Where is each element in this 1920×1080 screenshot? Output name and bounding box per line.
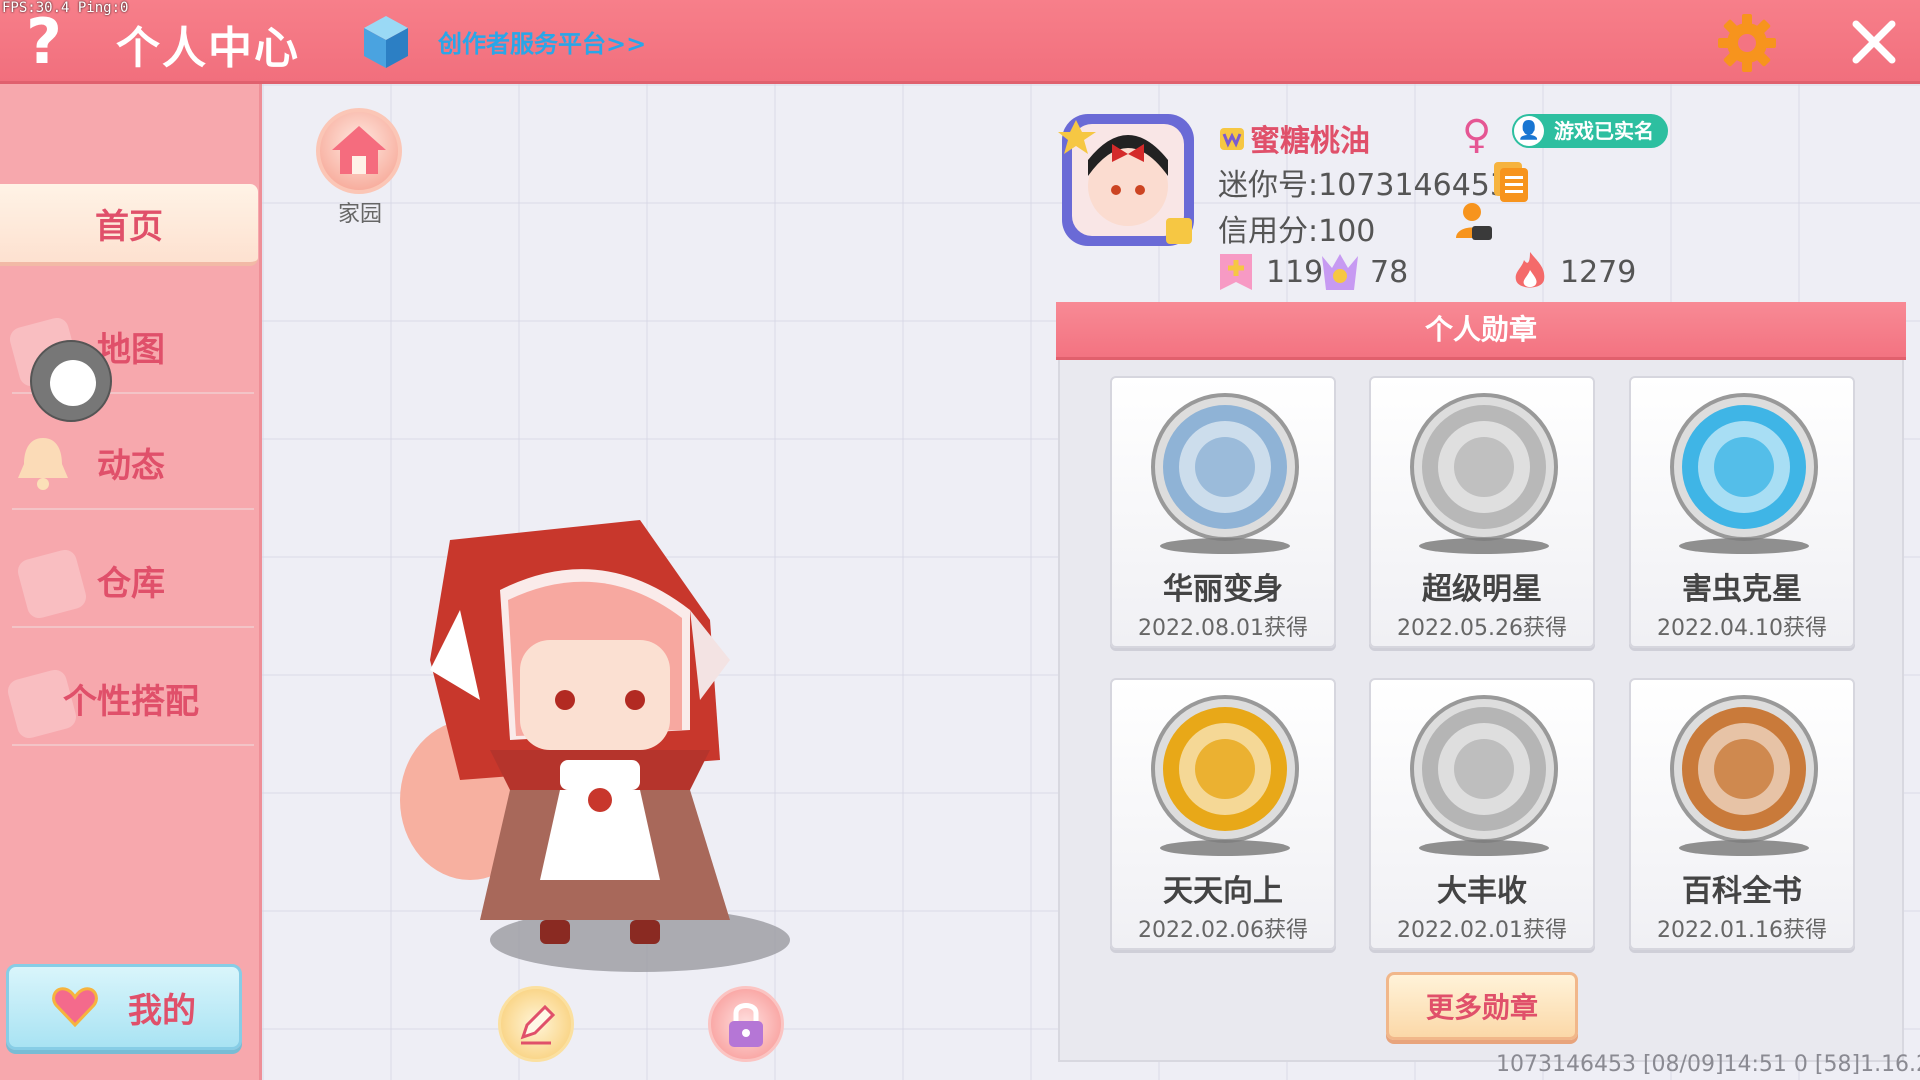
home-label: 家园 xyxy=(337,202,382,227)
badge-name: 害虫克星 xyxy=(1682,572,1802,607)
fans-stat: 78 xyxy=(1318,250,1408,294)
add-friend-icon[interactable] xyxy=(1450,198,1494,242)
fans-count: 78 xyxy=(1370,254,1409,290)
bookmark-icon xyxy=(1220,254,1252,290)
vip-icon xyxy=(1220,128,1244,150)
badge-date: 2022.05.26获得 xyxy=(1397,616,1567,641)
badge-date: 2022.02.06获得 xyxy=(1138,918,1308,943)
mine-button-label: 我的 xyxy=(128,990,196,1031)
badge-card[interactable]: 百科全书 2022.01.16获得 xyxy=(1629,678,1855,950)
sidebar-item-label: 首页 xyxy=(95,206,163,247)
credit-score: 信用分:100 xyxy=(1218,214,1376,249)
badge-medal-icon xyxy=(1670,393,1818,541)
badge-medal-icon xyxy=(1410,695,1558,843)
sidebar-item-label: 动态 xyxy=(97,445,165,486)
realname-badge-label: 游戏已实名 xyxy=(1554,119,1654,143)
top-bar: ? 个人中心 创作者服务平台>> xyxy=(0,0,1920,84)
likes-count: 119 xyxy=(1266,254,1324,290)
footer-info: 1073146453 [08/09]14:51 0 [58]1.16.2 xyxy=(1496,1052,1920,1077)
badge-card[interactable]: 华丽变身 2022.08.01获得 xyxy=(1110,376,1336,648)
badge-name: 大丰收 xyxy=(1437,874,1527,909)
sidebar-item-feed[interactable]: 动态 xyxy=(0,414,262,510)
help-button[interactable]: ? xyxy=(18,8,70,76)
house-icon xyxy=(332,126,386,174)
badge-name: 超级明星 xyxy=(1422,572,1542,607)
edit-button[interactable] xyxy=(498,986,574,1062)
more-badges-button[interactable]: 更多勋章 xyxy=(1386,972,1578,1040)
fps-readout: FPS:30.4 Ping:0 xyxy=(2,0,129,16)
page-title: 个人中心 xyxy=(116,23,300,74)
home-button[interactable] xyxy=(316,108,402,194)
badge-card[interactable]: 害虫克星 2022.04.10获得 xyxy=(1629,376,1855,648)
pencil-icon xyxy=(520,1004,556,1045)
badge-medal-icon xyxy=(1151,393,1299,541)
heart-icon xyxy=(52,987,98,1027)
cube-icon[interactable] xyxy=(362,14,410,70)
sidebar-item-storage[interactable]: 仓库 xyxy=(0,532,262,628)
person-icon: 👤 xyxy=(1514,116,1544,146)
lock-button[interactable] xyxy=(708,986,784,1062)
mine-button[interactable]: 我的 xyxy=(6,964,242,1050)
badge-date: 2022.08.01获得 xyxy=(1138,616,1308,641)
sidebar-item-label: 个性搭配 xyxy=(63,681,199,722)
badge-date: 2022.01.16获得 xyxy=(1657,918,1827,943)
realname-badge: 👤 游戏已实名 xyxy=(1512,114,1668,148)
badges-header: 个人勋章 xyxy=(1056,302,1906,360)
copy-icon[interactable] xyxy=(1490,160,1530,204)
close-icon[interactable] xyxy=(1848,16,1900,68)
badge-name: 天天向上 xyxy=(1163,874,1283,909)
virtual-joystick[interactable] xyxy=(30,340,112,422)
creator-platform-link[interactable]: 创作者服务平台>> xyxy=(438,24,646,59)
sidebar-item-home[interactable]: 首页 xyxy=(0,184,258,266)
avatar[interactable] xyxy=(1058,110,1198,250)
popularity-count: 1279 xyxy=(1560,254,1637,290)
bell-icon xyxy=(18,438,68,490)
character-avatar xyxy=(400,520,790,972)
badge-medal-icon xyxy=(1670,695,1818,843)
sidebar-item-label: 仓库 xyxy=(97,563,165,604)
badge-date: 2022.04.10获得 xyxy=(1657,616,1827,641)
badge-name: 华丽变身 xyxy=(1163,572,1283,607)
sidebar: 首页 地图 动态 仓库 个性搭配 我的 xyxy=(0,84,262,1080)
likes-stat: 119 xyxy=(1214,250,1323,294)
badge-date: 2022.02.01获得 xyxy=(1397,918,1567,943)
gear-icon[interactable] xyxy=(1716,12,1778,74)
badge-medal-icon xyxy=(1410,393,1558,541)
lock-icon xyxy=(729,1003,763,1047)
fans-icon xyxy=(1322,254,1358,290)
badge-medal-icon xyxy=(1151,695,1299,843)
sidebar-item-outfit[interactable]: 个性搭配 xyxy=(0,650,262,746)
female-icon: ♀ xyxy=(1462,112,1492,158)
badge-card[interactable]: 大丰收 2022.02.01获得 xyxy=(1369,678,1595,950)
badge-name: 百科全书 xyxy=(1682,874,1802,909)
badge-card[interactable]: 超级明星 2022.05.26获得 xyxy=(1369,376,1595,648)
popularity-stat: 1279 xyxy=(1508,250,1636,294)
nickname: 蜜糖桃油 xyxy=(1250,124,1370,159)
flame-icon xyxy=(1515,252,1545,288)
badge-card[interactable]: 天天向上 2022.02.06获得 xyxy=(1110,678,1336,950)
